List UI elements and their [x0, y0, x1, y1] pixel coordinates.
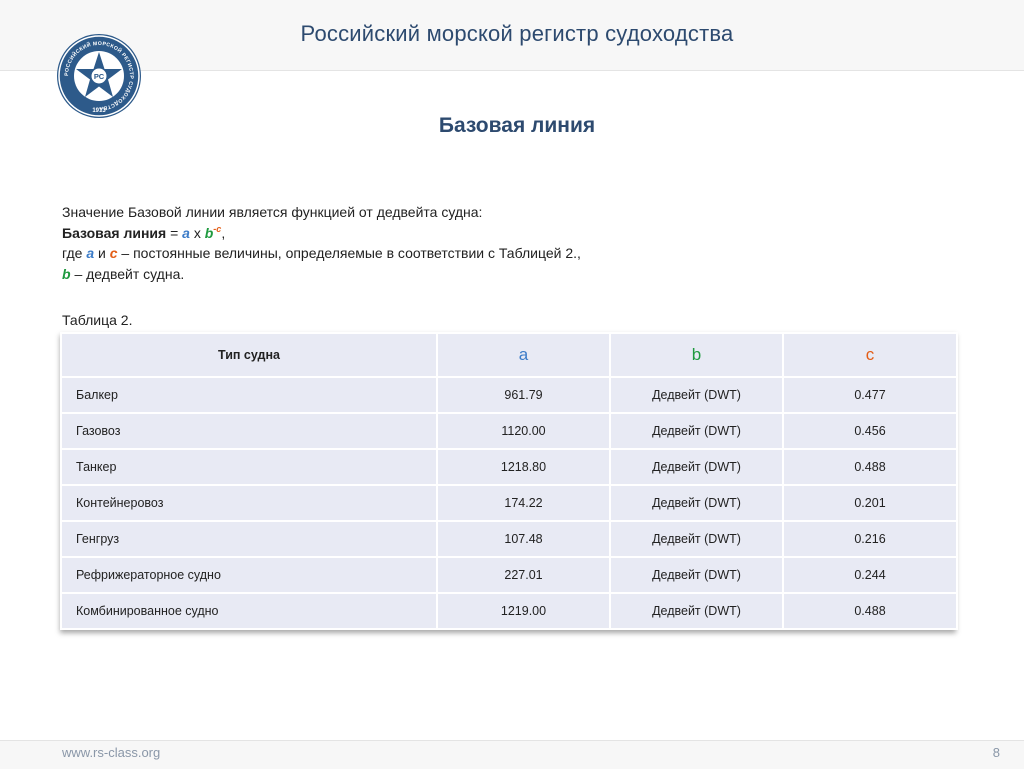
intro-line: Значение Базовой линии является функцией…	[62, 204, 483, 220]
cell-a: 1120.00	[436, 412, 611, 450]
table-row: Балкер 961.79 Дедвейт (DWT) 0.477	[60, 376, 958, 414]
cell-ship-type: Газовоз	[60, 412, 438, 450]
header-ship-type: Тип судна	[60, 332, 438, 378]
slide-title: Базовая линия	[438, 114, 596, 137]
org-title: Российский морской регистр судоходства	[300, 21, 734, 46]
formula-comma: ,	[221, 224, 226, 241]
cell-ship-type: Контейнеровоз	[60, 484, 438, 522]
formula-label: Базовая линия	[62, 224, 167, 241]
cell-ship-type: Рефрижераторное судно	[60, 556, 438, 594]
deadweight-text: – дедвейт судна.	[70, 265, 185, 282]
footer-website-link[interactable]: www.rs-class.org	[62, 745, 160, 760]
cell-b: Дедвейт (DWT)	[609, 592, 784, 630]
constants-text: – постоянные величины, определяемые в со…	[117, 245, 581, 261]
header-c: c	[782, 332, 958, 378]
page-number: 8	[992, 745, 1000, 760]
cell-c: 0.216	[782, 520, 958, 558]
table-row: Генгруз 107.48 Дедвейт (DWT) 0.216	[60, 520, 958, 558]
cell-b: Дедвейт (DWT)	[609, 448, 784, 486]
formula-line: Базовая линия = a x b-c,	[62, 223, 962, 244]
cell-ship-type: Комбинированное судно	[60, 592, 438, 630]
table-row: Танкер 1218.80 Дедвейт (DWT) 0.488	[60, 448, 958, 486]
formula-var-b: b	[204, 224, 214, 241]
constants-where: где	[62, 245, 87, 261]
constants-var-a: a	[86, 245, 95, 261]
cell-c: 0.477	[782, 376, 958, 414]
table-row: Контейнеровоз 174.22 Дедвейт (DWT) 0.201	[60, 484, 958, 522]
header-b: b	[609, 332, 784, 378]
baseline-table: Тип судна a b c Балкер 961.79 Дедвейт (D…	[60, 332, 958, 630]
cell-a: 1219.00	[436, 592, 611, 630]
cell-b: Дедвейт (DWT)	[609, 556, 784, 594]
cell-a: 107.48	[436, 520, 611, 558]
cell-b: Дедвейт (DWT)	[609, 376, 784, 414]
formula-var-a: a	[182, 224, 190, 241]
table-row: Газовоз 1120.00 Дедвейт (DWT) 0.456	[60, 412, 958, 450]
cell-a: 174.22	[436, 484, 611, 522]
cell-a: 227.01	[436, 556, 611, 594]
table-row: Комбинированное судно 1219.00 Дедвейт (D…	[60, 592, 958, 630]
cell-c: 0.201	[782, 484, 958, 522]
cell-a: 961.79	[436, 376, 611, 414]
cell-ship-type: Балкер	[60, 376, 438, 414]
cell-c: 0.488	[782, 592, 958, 630]
formula-times: x	[189, 224, 205, 241]
cell-b: Дедвейт (DWT)	[609, 520, 784, 558]
header-a: a	[436, 332, 611, 378]
constants-var-c: c	[109, 245, 118, 261]
cell-c: 0.244	[782, 556, 958, 594]
table-header-row: Тип судна a b c	[60, 332, 958, 378]
constants-line: где a и c – постоянные величины, определ…	[62, 243, 962, 264]
logo-monogram: РС	[94, 72, 105, 81]
cell-b: Дедвейт (DWT)	[609, 412, 784, 450]
cell-c: 0.488	[782, 448, 958, 486]
cell-b: Дедвейт (DWT)	[609, 484, 784, 522]
cell-a: 1218.80	[436, 448, 611, 486]
table-row: Рефрижераторное судно 227.01 Дедвейт (DW…	[60, 556, 958, 594]
deadweight-line: b – дедвейт судна.	[62, 264, 962, 285]
cell-ship-type: Генгруз	[60, 520, 438, 558]
cell-ship-type: Танкер	[60, 448, 438, 486]
deadweight-var-b: b	[62, 265, 71, 282]
constants-and: и	[94, 245, 110, 261]
cell-c: 0.456	[782, 412, 958, 450]
formula-description: Значение Базовой линии является функцией…	[62, 202, 962, 284]
rs-logo: РОССИЙСКИЙ МОРСКОЙ РЕГИСТР СУДОХОДСТВА Р…	[56, 33, 142, 119]
table-caption: Таблица 2.	[62, 312, 133, 328]
formula-equals: =	[166, 224, 183, 241]
